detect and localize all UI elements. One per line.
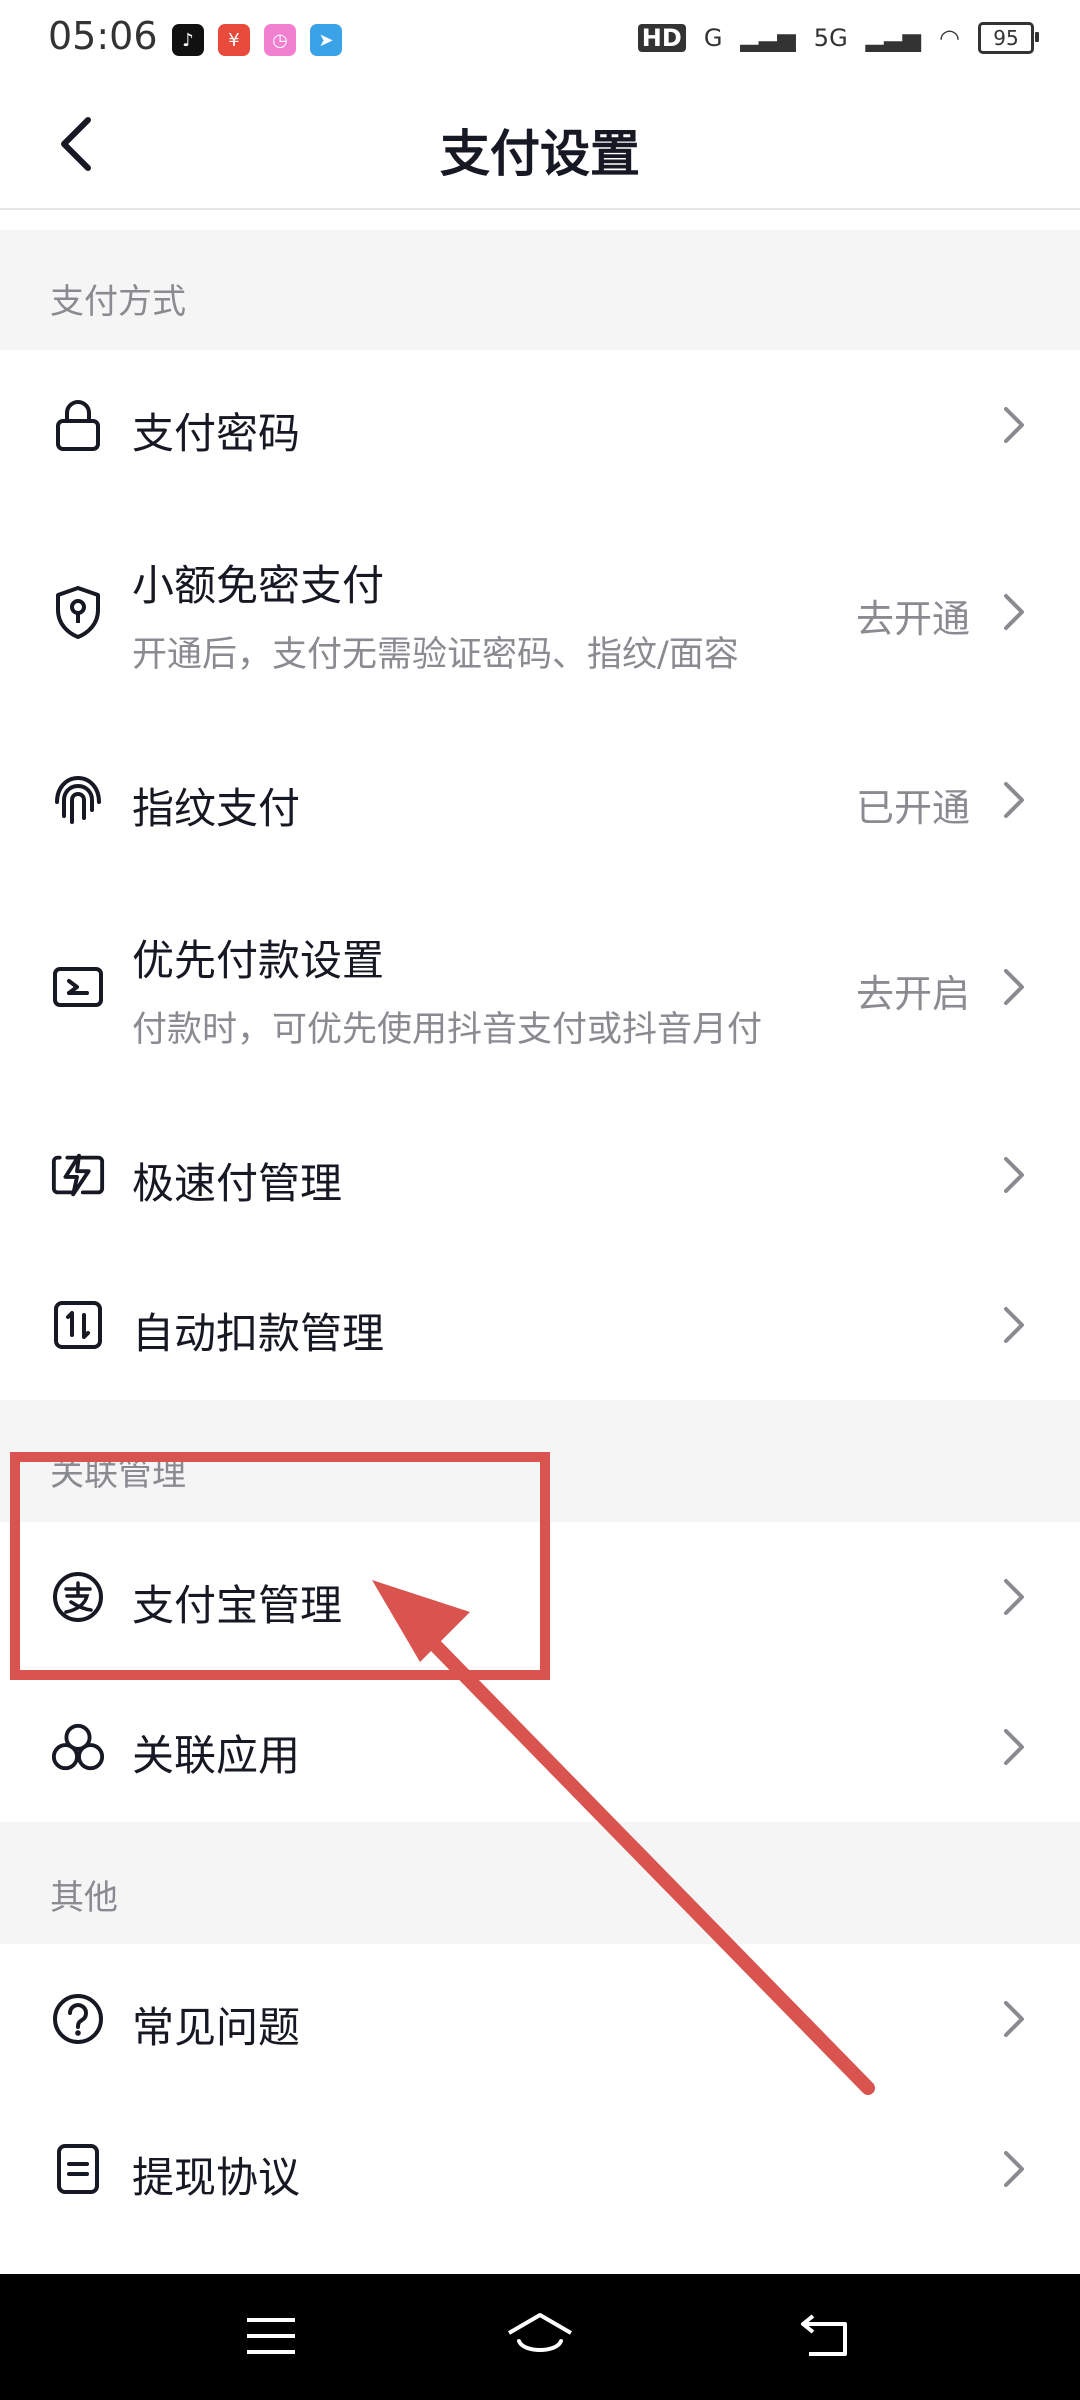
row-subtitle: 付款时，可优先使用抖音支付或抖音月付 — [132, 1010, 763, 1050]
row-status: 去开通 — [855, 597, 970, 641]
section-header-other: 其他 — [0, 1822, 1080, 1944]
back-nav-icon — [801, 2314, 847, 2356]
chevron-right-icon — [1004, 2001, 1024, 2037]
g-signal-label: G — [703, 24, 723, 52]
fingerprint-icon — [50, 772, 106, 828]
chevron-right-icon — [1004, 1157, 1024, 1193]
row-title: 关联应用 — [132, 1731, 301, 1780]
chevron-right-icon — [1004, 782, 1024, 818]
priority-pay-icon — [50, 959, 106, 1015]
row-title: 支付密码 — [132, 409, 301, 458]
status-indicators: HD G ▂▃▅ 5G ▂▃▅ ◠ 95 — [637, 22, 1039, 54]
annotation-highlight-box — [10, 1452, 550, 1680]
status-time: 05:06 — [48, 14, 158, 58]
signal-icon: ▂▃▅ — [865, 24, 922, 52]
row-faq[interactable]: 常见问题 — [0, 1944, 1080, 2094]
row-title: 常见问题 — [132, 2003, 301, 2052]
row-title: 小额免密支付 — [132, 561, 385, 610]
row-auto-debit[interactable]: 自动扣款管理 — [0, 1250, 1080, 1400]
battery-icon: 95 — [978, 22, 1039, 54]
shield-key-icon — [50, 584, 106, 640]
section-header-payment-methods: 支付方式 — [0, 230, 1080, 350]
tiktok-icon: ♪ — [172, 24, 204, 56]
row-status: 已开通 — [855, 786, 970, 830]
coupon-app-icon: ¥ — [218, 24, 250, 56]
chevron-right-icon — [1004, 1307, 1024, 1343]
row-payment-password[interactable]: 支付密码 — [0, 350, 1080, 500]
row-title: 优先付款设置 — [132, 936, 385, 985]
menu-button[interactable] — [236, 2304, 306, 2368]
chevron-right-icon — [1004, 407, 1024, 443]
row-priority-pay[interactable]: 优先付款设置 付款时，可优先使用抖音支付或抖音月付 去开启 — [0, 875, 1080, 1100]
clock-app-icon: ◷ — [264, 24, 296, 56]
row-subtitle: 开通后，支付无需验证密码、指纹/面容 — [132, 635, 739, 675]
menu-icon — [247, 2318, 295, 2354]
linked-apps-icon — [50, 1719, 106, 1775]
5g-signal-label: 5G — [813, 24, 848, 52]
row-title: 提现协议 — [132, 2153, 301, 2202]
hd-label: HD — [637, 24, 686, 52]
signal-icon: ▂▃▅ — [740, 24, 796, 52]
nav-bar: 支付设置 — [0, 80, 1080, 210]
home-button[interactable] — [505, 2304, 575, 2368]
chevron-right-icon — [1004, 2151, 1024, 2187]
system-nav-bar — [0, 2274, 1080, 2400]
section-title: 其他 — [50, 1878, 118, 1918]
lock-icon — [50, 397, 106, 453]
status-bar: 05:06 ♪ ¥ ◷ ➤ HD G ▂▃▅ 5G ▂▃▅ ◠ 95 — [0, 0, 1080, 80]
chevron-right-icon — [1004, 594, 1024, 630]
battery-level: 95 — [993, 26, 1019, 50]
lightning-card-icon — [50, 1147, 106, 1203]
page-title: 支付设置 — [440, 125, 640, 183]
row-status: 去开启 — [855, 972, 970, 1016]
chevron-right-icon — [1004, 969, 1024, 1005]
row-withdraw-agreement[interactable]: 提现协议 — [0, 2094, 1080, 2244]
row-fast-pay[interactable]: 极速付管理 — [0, 1100, 1080, 1250]
auto-debit-icon — [50, 1297, 106, 1353]
row-fingerprint-pay[interactable]: 指纹支付 已开通 — [0, 725, 1080, 875]
chevron-right-icon — [1004, 1729, 1024, 1765]
telegram-icon: ➤ — [310, 24, 342, 56]
row-title: 指纹支付 — [132, 784, 301, 833]
row-linked-apps[interactable]: 关联应用 — [0, 1672, 1080, 1822]
document-icon — [50, 2141, 106, 2197]
row-small-amount-pay[interactable]: 小额免密支付 开通后，支付无需验证密码、指纹/面容 去开通 — [0, 500, 1080, 725]
question-icon — [50, 1991, 106, 2047]
chevron-right-icon — [1004, 1579, 1024, 1615]
row-title: 极速付管理 — [132, 1159, 343, 1208]
wifi-icon: ◠ — [939, 24, 960, 52]
status-app-icons: ♪ ¥ ◷ ➤ — [172, 24, 342, 56]
back-nav-button[interactable] — [790, 2304, 860, 2368]
row-title: 自动扣款管理 — [132, 1309, 385, 1358]
section-title: 支付方式 — [50, 282, 186, 322]
home-icon — [507, 2313, 573, 2352]
